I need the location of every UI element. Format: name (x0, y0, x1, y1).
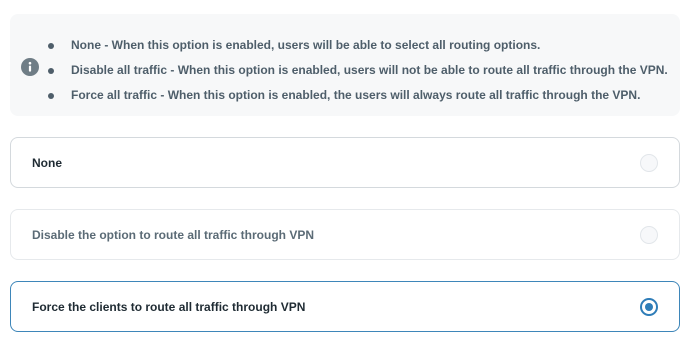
info-item-none: None - When this option is enabled, user… (46, 38, 668, 63)
bullet-icon (48, 93, 54, 99)
info-panel: None - When this option is enabled, user… (10, 14, 680, 116)
info-list: None - When this option is enabled, user… (46, 38, 668, 113)
info-item-text: Force all traffic - When this option is … (71, 88, 641, 102)
info-item-disable-all-traffic: Disable all traffic - When this option i… (46, 63, 668, 88)
routing-options-page: None - When this option is enabled, user… (0, 0, 694, 355)
option-none[interactable]: None (10, 137, 680, 188)
info-item-force-all-traffic: Force all traffic - When this option is … (46, 88, 668, 113)
info-item-text: None - When this option is enabled, user… (71, 38, 541, 52)
bullet-icon (48, 68, 54, 74)
radio-selected-dot (645, 303, 653, 311)
info-item-text: Disable all traffic - When this option i… (71, 63, 668, 77)
option-label: None (32, 156, 62, 170)
bullet-icon (48, 43, 54, 49)
option-label: Disable the option to route all traffic … (32, 228, 315, 242)
option-label: Force the clients to route all traffic t… (32, 300, 306, 314)
option-force-route-all-traffic[interactable]: Force the clients to route all traffic t… (10, 281, 680, 332)
info-icon (21, 58, 39, 76)
radio-button-none[interactable] (640, 154, 658, 172)
option-disable-route-all-traffic[interactable]: Disable the option to route all traffic … (10, 209, 680, 260)
radio-button-disable-route-all-traffic[interactable] (640, 226, 658, 244)
radio-button-force-route-all-traffic[interactable] (640, 298, 658, 316)
